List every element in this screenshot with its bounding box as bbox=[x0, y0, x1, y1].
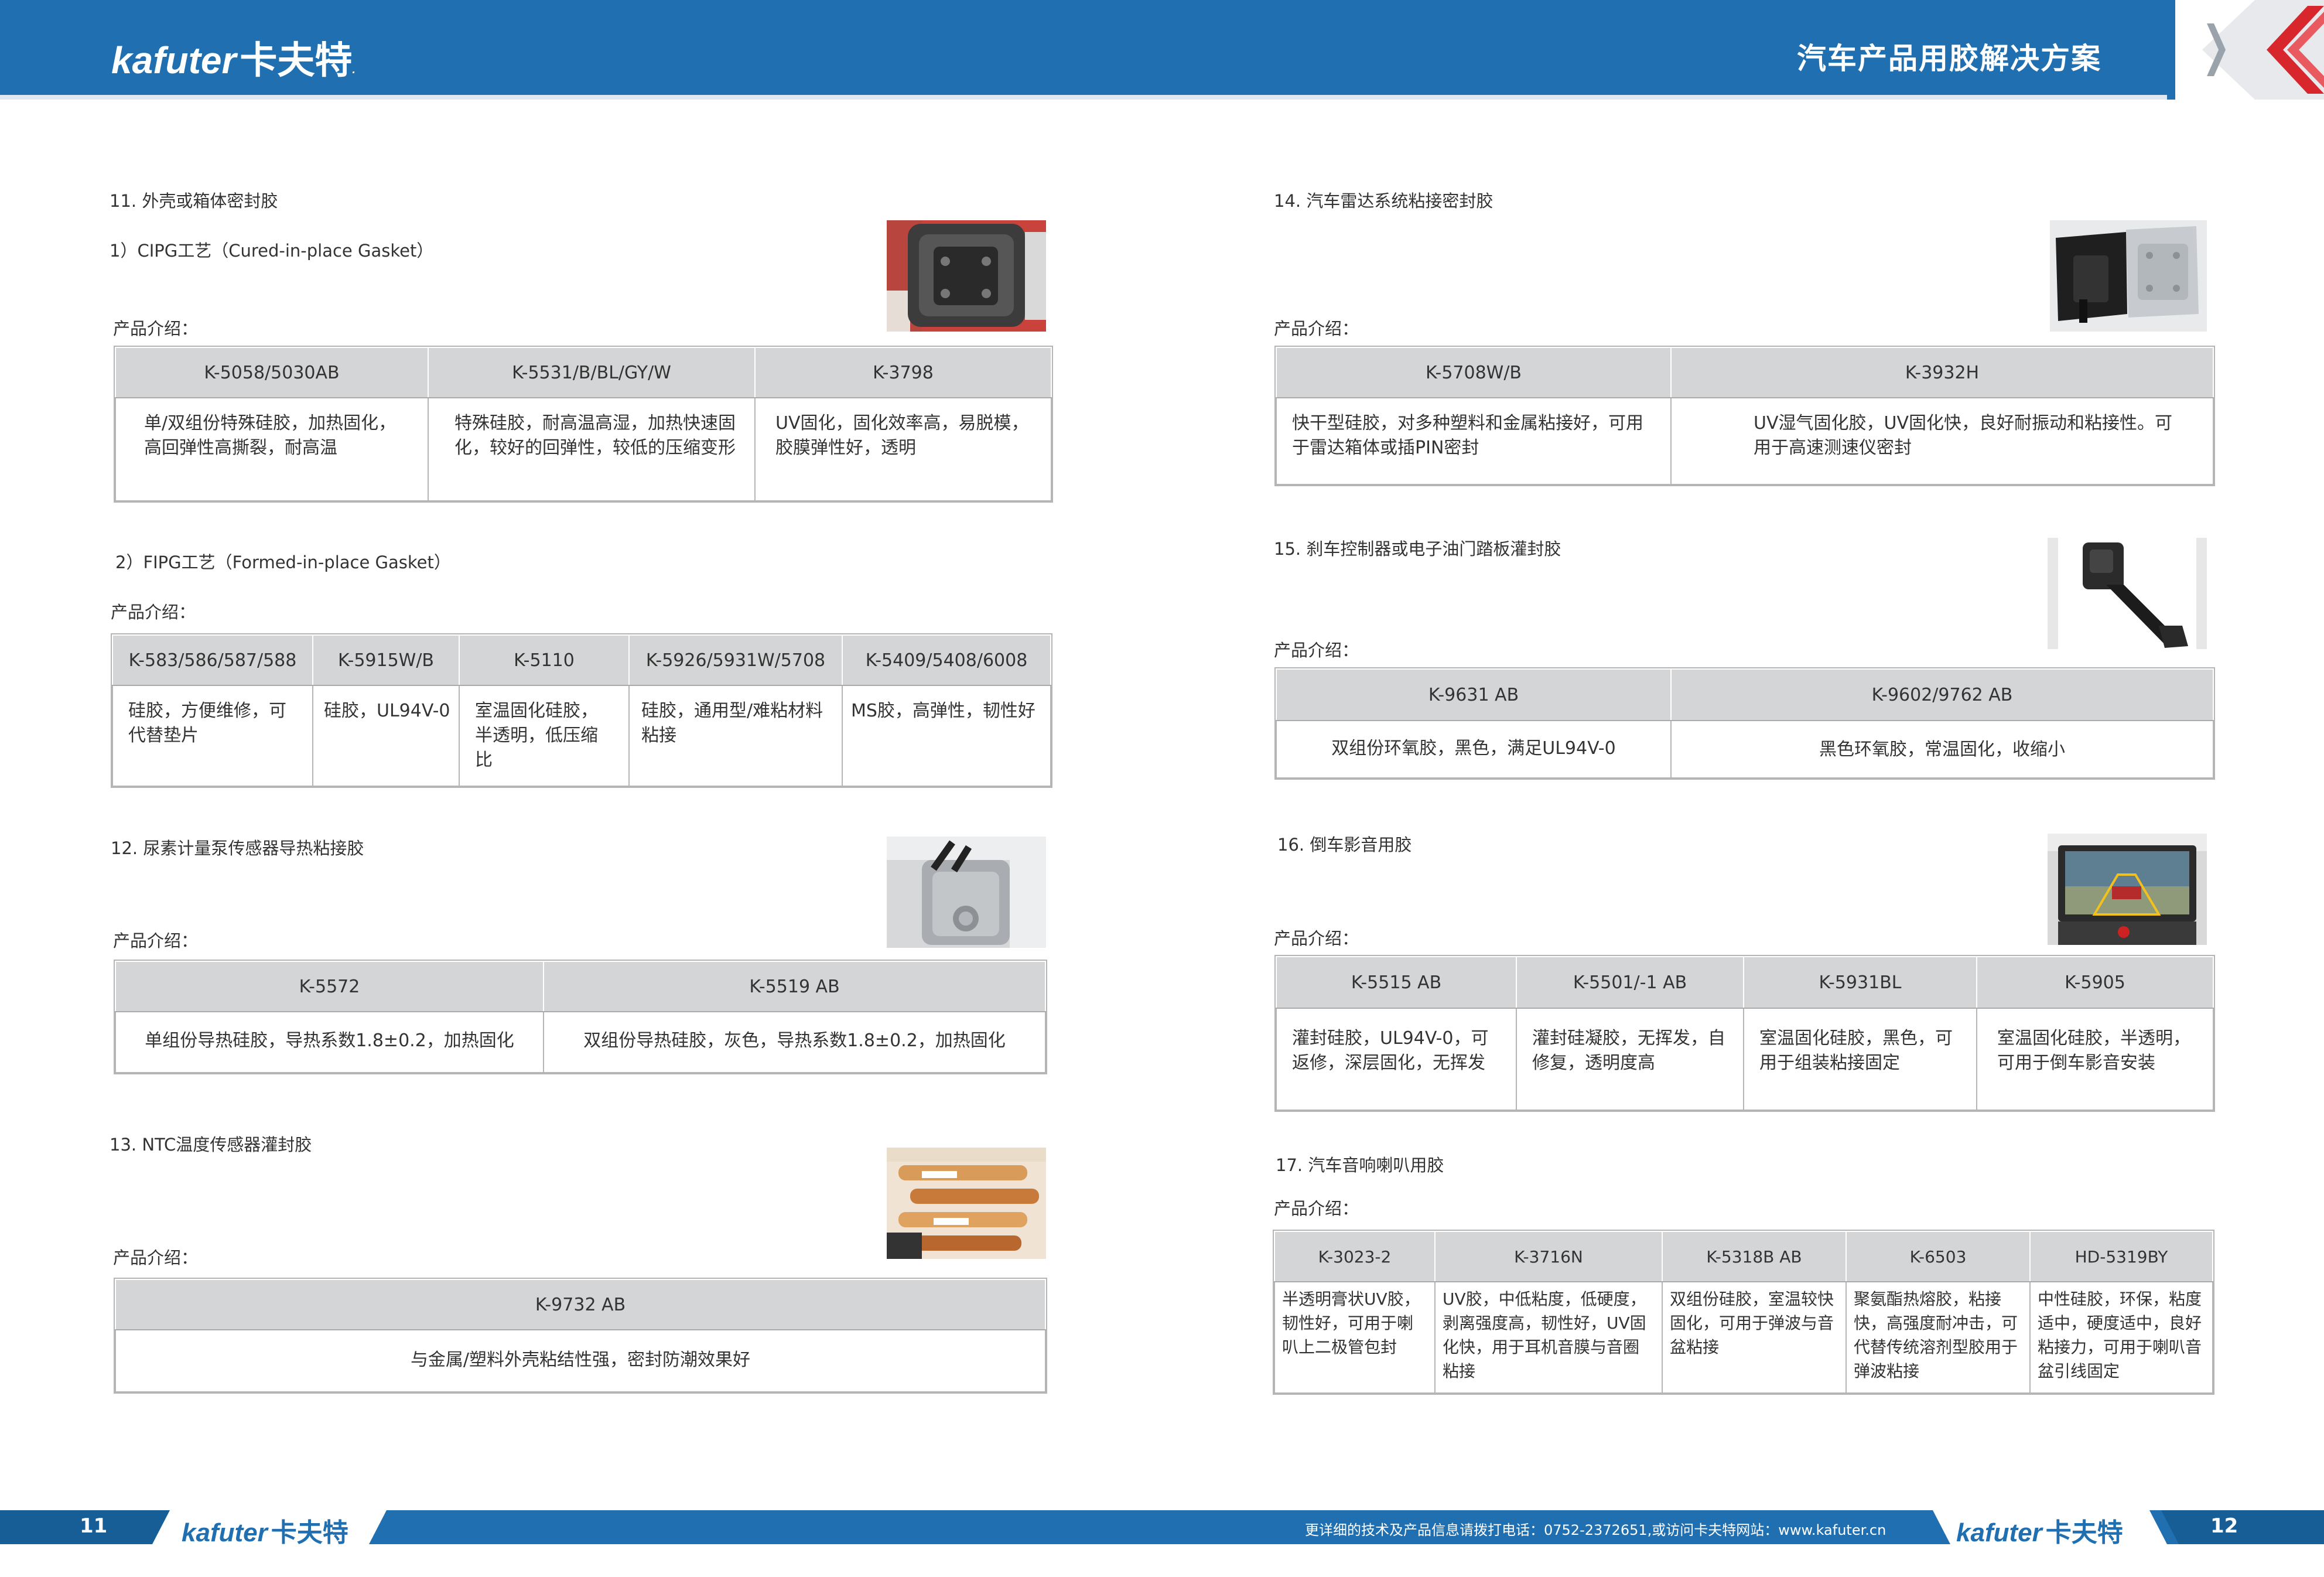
product-code: K-3716N bbox=[1434, 1231, 1663, 1282]
section-11-title: 11. 外壳或箱体密封胶 bbox=[110, 191, 278, 211]
product-description: 快干型硅胶，对多种塑料和金属粘接好，可用于雷达箱体或插PIN密封 bbox=[1276, 397, 1672, 485]
product-code: K-3932H bbox=[1670, 347, 2214, 398]
s17-product-table: K-3023-2 K-3716N K-5318B AB K-6503 HD-53… bbox=[1273, 1230, 2214, 1395]
brand-logo: kafuter卡夫特. bbox=[111, 39, 356, 81]
product-code: K-3023-2 bbox=[1274, 1231, 1436, 1282]
product-description: 双组份导热硅胶，灰色，导热系数1.8±0.2，加热固化 bbox=[543, 1011, 1046, 1073]
footer-brand-logo-left: kafuter 卡夫特 bbox=[182, 1518, 348, 1547]
product-code: K-583/586/587/588 bbox=[112, 634, 313, 686]
product-description: 室温固化硅胶，半透明，低压缩比 bbox=[459, 685, 630, 787]
left-page-number: 11 bbox=[80, 1514, 108, 1538]
radar-box-photo bbox=[2050, 220, 2207, 332]
cipg-intro-label: 产品介绍： bbox=[113, 319, 199, 339]
product-code: HD-5319BY bbox=[2029, 1231, 2213, 1282]
s14-product-table: K-5708W/B K-3932H 快干型硅胶，对多种塑料和金属粘接好，可用于雷… bbox=[1274, 346, 2215, 486]
product-description: 单组份导热硅胶，导热系数1.8±0.2，加热固化 bbox=[115, 1011, 544, 1073]
product-description: 单/双组份特殊硅胶，加热固化，高回弹性高撕裂，耐高温 bbox=[115, 397, 429, 501]
product-description: 硅胶，UL94V-0 bbox=[312, 685, 460, 787]
product-code: K-5058/5030AB bbox=[115, 347, 429, 398]
footer-contact: 更详细的技术及产品信息请拨打电话：0752-2372651,或访问卡夫特网站：w… bbox=[1305, 1522, 1886, 1538]
fipg-intro-label: 产品介绍： bbox=[111, 602, 196, 622]
cipg-subtitle: 1）CIPG工艺（Cured-in-place Gasket） bbox=[110, 241, 434, 261]
s14-intro-label: 产品介绍： bbox=[1274, 319, 1359, 339]
s16-intro-label: 产品介绍： bbox=[1274, 929, 1359, 948]
product-code: K-9732 AB bbox=[115, 1279, 1046, 1330]
product-description: 灌封硅凝胶，无挥发，自修复，透明度高 bbox=[1516, 1008, 1744, 1111]
s15-product-table: K-9631 AB K-9602/9762 AB 双组份环氧胶，黑色，满足UL9… bbox=[1274, 667, 2215, 780]
product-code: K-5110 bbox=[459, 634, 630, 686]
product-code: K-5931BL bbox=[1743, 956, 1977, 1009]
chevron-corner-icon bbox=[2167, 0, 2324, 100]
product-code: K-5905 bbox=[1976, 956, 2214, 1009]
footer-brand-logo-right: kafuter 卡夫特 bbox=[1956, 1518, 2123, 1547]
product-description: 中性硅胶，环保，粘度适中，硬度适中，良好粘接力，可用于喇叭音盆引线固定 bbox=[2029, 1281, 2213, 1394]
product-code: K-5531/B/BL/GY/W bbox=[428, 347, 756, 398]
product-description: 灌封硅胶，UL94V-0，可返修，深层固化，无挥发 bbox=[1276, 1008, 1517, 1111]
fipg-product-table: K-583/586/587/588 K-5915W/B K-5110 K-592… bbox=[111, 633, 1052, 788]
s13-product-table: K-9732 AB 与金属/塑料外壳粘结性强，密封防潮效果好 bbox=[114, 1278, 1047, 1394]
accelerator-pedal-photo bbox=[2048, 538, 2207, 649]
s12-intro-label: 产品介绍： bbox=[113, 931, 199, 951]
header-title: 汽车产品用胶解决方案 bbox=[1797, 42, 2101, 76]
product-code: K-5409/5408/6008 bbox=[842, 634, 1051, 686]
product-description: MS胶，高弹性，韧性好 bbox=[842, 685, 1051, 787]
product-code: K-6503 bbox=[1845, 1231, 2031, 1282]
product-description: 双组份硅胶，室温较快固化，可用于弹波与音盆粘接 bbox=[1662, 1281, 1847, 1394]
fipg-subtitle: 2）FIPG工艺（Formed-in-place Gasket） bbox=[115, 552, 451, 572]
product-description: 半透明膏状UV胶，韧性好，可用于喇叭上二极管包封 bbox=[1274, 1281, 1436, 1394]
cipg-product-table: K-5058/5030AB K-5531/B/BL/GY/W K-3798 单/… bbox=[114, 346, 1053, 503]
product-description: 双组份环氧胶，黑色，满足UL94V-0 bbox=[1276, 720, 1672, 779]
s12-product-table: K-5572 K-5519 AB 单组份导热硅胶，导热系数1.8±0.2，加热固… bbox=[114, 960, 1047, 1074]
header-underline bbox=[0, 95, 2179, 100]
product-description: 硅胶，通用型/难粘材料粘接 bbox=[628, 685, 843, 787]
ntc-sensor-photo bbox=[887, 1148, 1046, 1259]
product-code: K-5926/5931W/5708 bbox=[628, 634, 843, 686]
product-description: 硅胶，方便维修，可代替垫片 bbox=[112, 685, 313, 787]
section-15-title: 15. 刹车控制器或电子油门踏板灌封胶 bbox=[1274, 539, 1561, 559]
product-description: 聚氨酯热熔胶，粘接快，高强度耐冲击，可代替传统溶剂型胶用于弹波粘接 bbox=[1845, 1281, 2031, 1394]
section-12-title: 12. 尿素计量泵传感器导热粘接胶 bbox=[111, 838, 364, 858]
s15-intro-label: 产品介绍： bbox=[1274, 640, 1359, 660]
s16-product-table: K-5515 AB K-5501/-1 AB K-5931BL K-5905 灌… bbox=[1274, 955, 2215, 1112]
product-description: UV胶，中低粘度，低硬度，剥离强度高，韧性好，UV固化快，用于耳机音膜与音圈粘接 bbox=[1434, 1281, 1663, 1394]
product-code: K-5915W/B bbox=[312, 634, 460, 686]
product-description: UV湿气固化胶，UV固化快，良好耐振动和粘接性。可用于高速测速仪密封 bbox=[1670, 397, 2214, 485]
product-description: 特殊硅胶，耐高温高湿，加热快速固化，较好的回弹性，较低的压缩变形 bbox=[428, 397, 756, 501]
product-code: K-5519 AB bbox=[543, 961, 1046, 1012]
urea-pump-sensor-photo bbox=[887, 837, 1046, 948]
product-description: 室温固化硅胶，半透明，可用于倒车影音安装 bbox=[1976, 1008, 2214, 1111]
gasket-housing-photo bbox=[887, 220, 1046, 332]
section-13-title: 13. NTC温度传感器灌封胶 bbox=[110, 1135, 312, 1155]
product-description: 室温固化硅胶，黑色，可用于组装粘接固定 bbox=[1743, 1008, 1977, 1111]
section-17-title: 17. 汽车音响喇叭用胶 bbox=[1276, 1155, 1444, 1175]
product-code: K-9602/9762 AB bbox=[1670, 668, 2214, 721]
right-page-number: 12 bbox=[2210, 1514, 2238, 1538]
product-code: K-3798 bbox=[754, 347, 1052, 398]
product-description: UV固化，固化效率高，易脱模，胶膜弹性好，透明 bbox=[754, 397, 1052, 501]
product-code: K-5708W/B bbox=[1276, 347, 1672, 398]
section-16-title: 16. 倒车影音用胶 bbox=[1277, 835, 1412, 855]
reversing-camera-screen-photo bbox=[2048, 834, 2207, 945]
product-description: 与金属/塑料外壳粘结性强，密封防潮效果好 bbox=[115, 1329, 1046, 1392]
section-14-title: 14. 汽车雷达系统粘接密封胶 bbox=[1274, 191, 1493, 211]
product-code: K-5572 bbox=[115, 961, 544, 1012]
product-code: K-9631 AB bbox=[1276, 668, 1672, 721]
s17-intro-label: 产品介绍： bbox=[1274, 1199, 1359, 1218]
product-description: 黑色环氧胶，常温固化，收缩小 bbox=[1670, 720, 2214, 779]
s13-intro-label: 产品介绍： bbox=[113, 1248, 199, 1268]
product-code: K-5501/-1 AB bbox=[1516, 956, 1744, 1009]
product-code: K-5515 AB bbox=[1276, 956, 1517, 1009]
product-code: K-5318B AB bbox=[1662, 1231, 1847, 1282]
